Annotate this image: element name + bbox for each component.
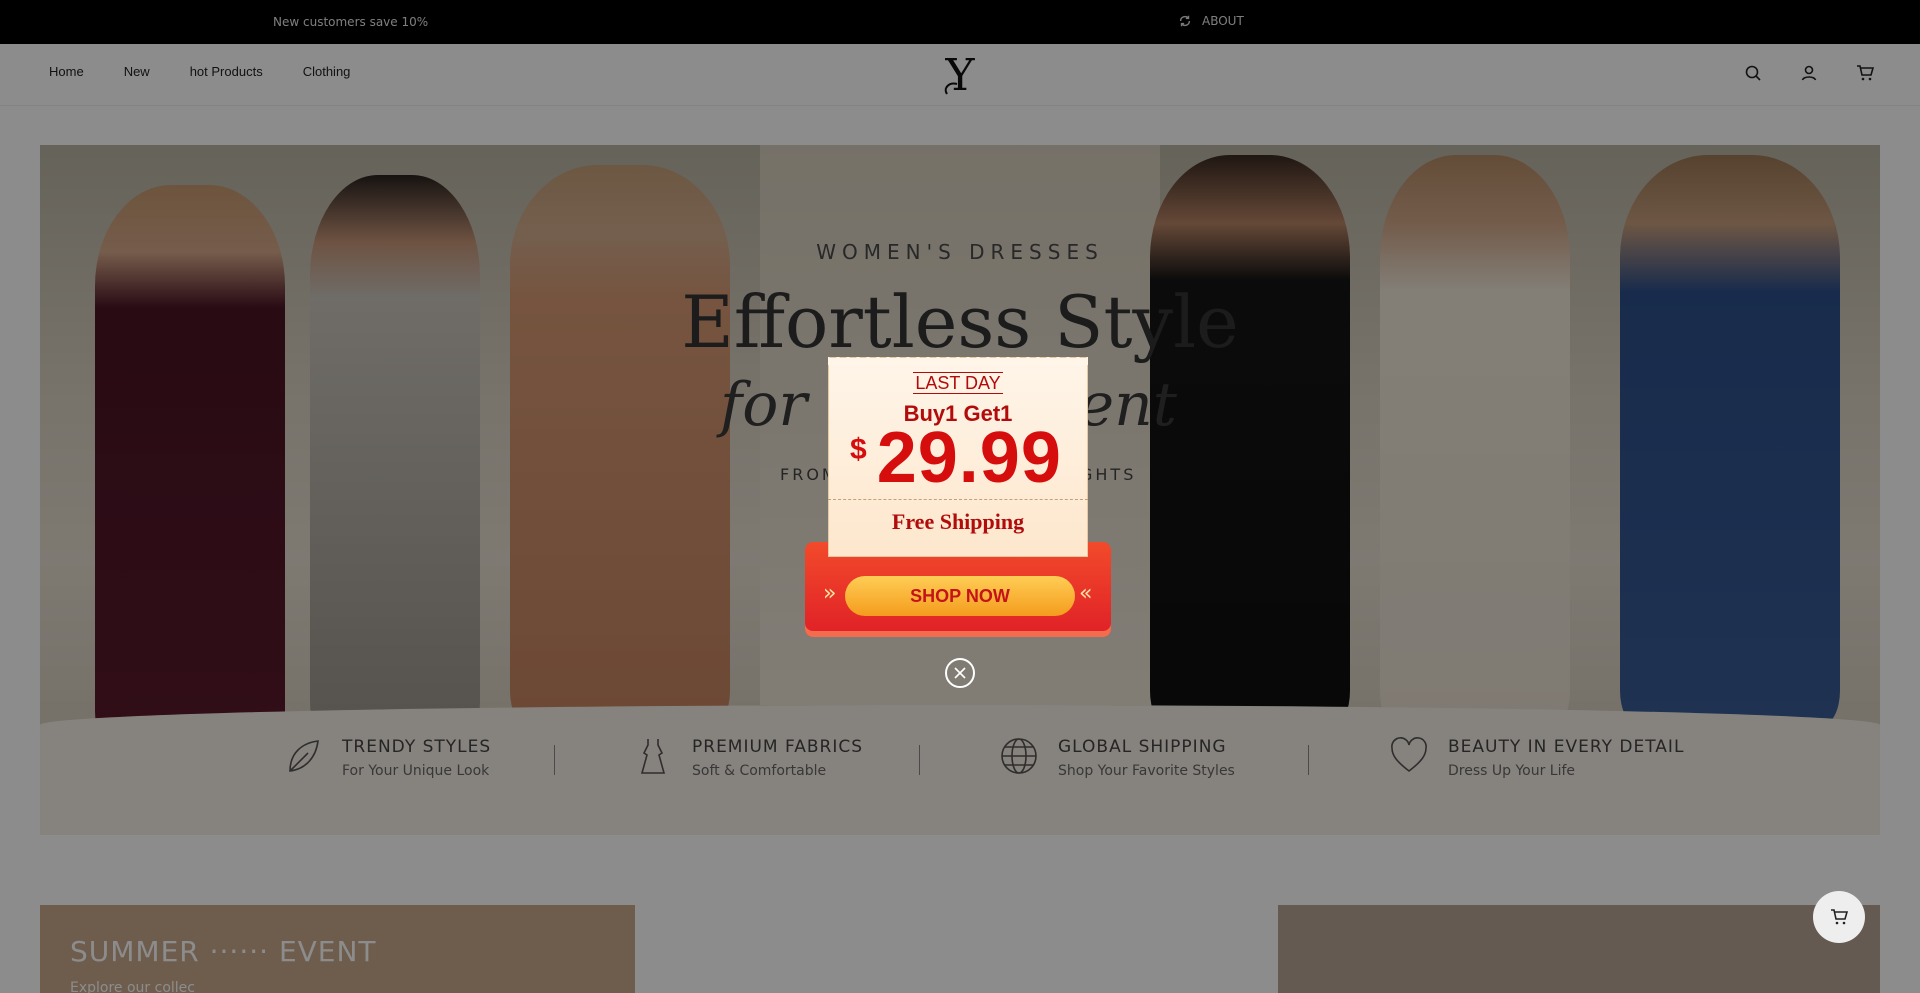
popup-price: $ 29.99 [850, 417, 1062, 499]
shop-now-button[interactable]: SHOP NOW [845, 576, 1075, 616]
promo-popup: LAST DAY Buy1 Get1 $ 29.99 Free Shipping… [805, 357, 1111, 637]
chevron-left-icon: « [1079, 581, 1093, 606]
close-icon [954, 667, 966, 679]
cart-icon [1831, 909, 1848, 925]
price-amount: 29.99 [876, 418, 1062, 498]
price-currency: $ [850, 433, 867, 466]
chevron-right-icon: » [823, 581, 837, 606]
popup-tag: LAST DAY [913, 372, 1003, 394]
popup-shipping: Free Shipping [891, 509, 1025, 534]
ticket-perforation [828, 499, 1088, 500]
popup-ticket[interactable]: LAST DAY Buy1 Get1 $ 29.99 Free Shipping [828, 357, 1088, 557]
popup-close-button[interactable] [945, 658, 975, 688]
floating-cart-button[interactable] [1813, 891, 1865, 943]
